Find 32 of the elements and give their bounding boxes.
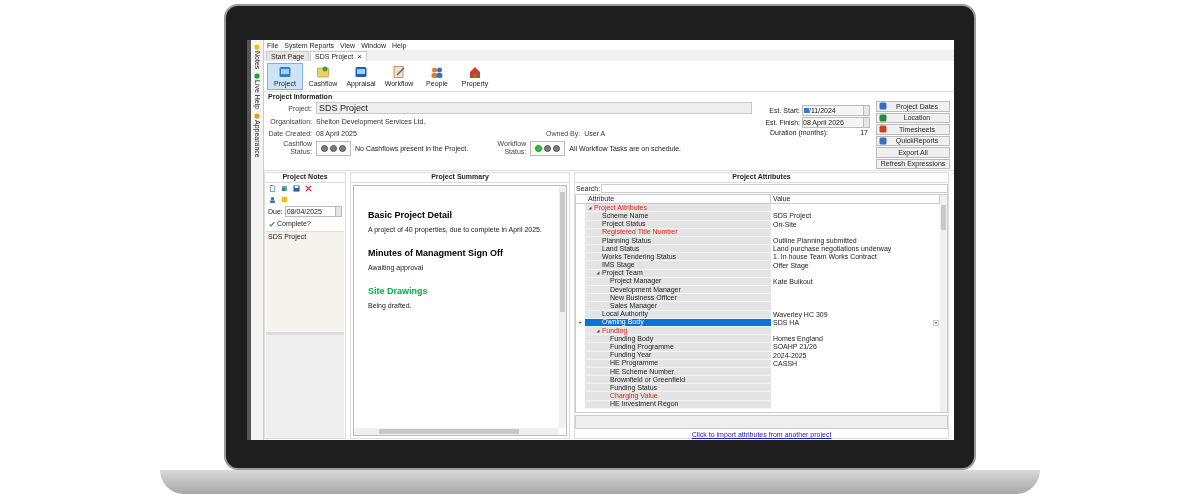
dropdown-icon[interactable]: [933, 319, 939, 326]
scrollbar[interactable]: [354, 428, 559, 435]
dates-icon: [879, 102, 887, 111]
expander-icon[interactable]: [596, 328, 600, 333]
close-icon[interactable]: ×: [357, 52, 362, 61]
property-icon: [468, 65, 482, 79]
section-heading: Basic Project Detail: [368, 210, 453, 220]
scrollbar[interactable]: [940, 194, 947, 413]
expander-icon[interactable]: [588, 205, 592, 210]
reports-icon: [879, 136, 887, 145]
new-note-icon[interactable]: [269, 185, 276, 192]
project-icon: [278, 65, 292, 79]
add-icon[interactable]: [281, 185, 288, 192]
people-icon: [430, 65, 444, 79]
appearance-icon: [254, 113, 260, 120]
workflow-icon: [392, 65, 406, 79]
location-icon: [879, 113, 887, 122]
timesheets-icon: [879, 125, 887, 134]
section-heading: Minutes of Managment Sign Off: [368, 248, 503, 258]
section-heading: Site Drawings: [368, 286, 428, 296]
expander-icon[interactable]: [596, 271, 600, 276]
scrollbar[interactable]: [559, 186, 566, 428]
delete-icon[interactable]: [305, 185, 312, 192]
cashflow-icon: [316, 65, 330, 79]
row-pointer-icon: [579, 321, 582, 325]
appraisal-icon: [354, 65, 368, 79]
user-icon[interactable]: [269, 196, 276, 203]
save-icon[interactable]: [293, 185, 300, 192]
notes-icon: [254, 44, 260, 50]
search-field[interactable]: [601, 183, 948, 193]
project-name-field[interactable]: SDS Project: [316, 102, 752, 114]
help-icon: [254, 73, 260, 80]
